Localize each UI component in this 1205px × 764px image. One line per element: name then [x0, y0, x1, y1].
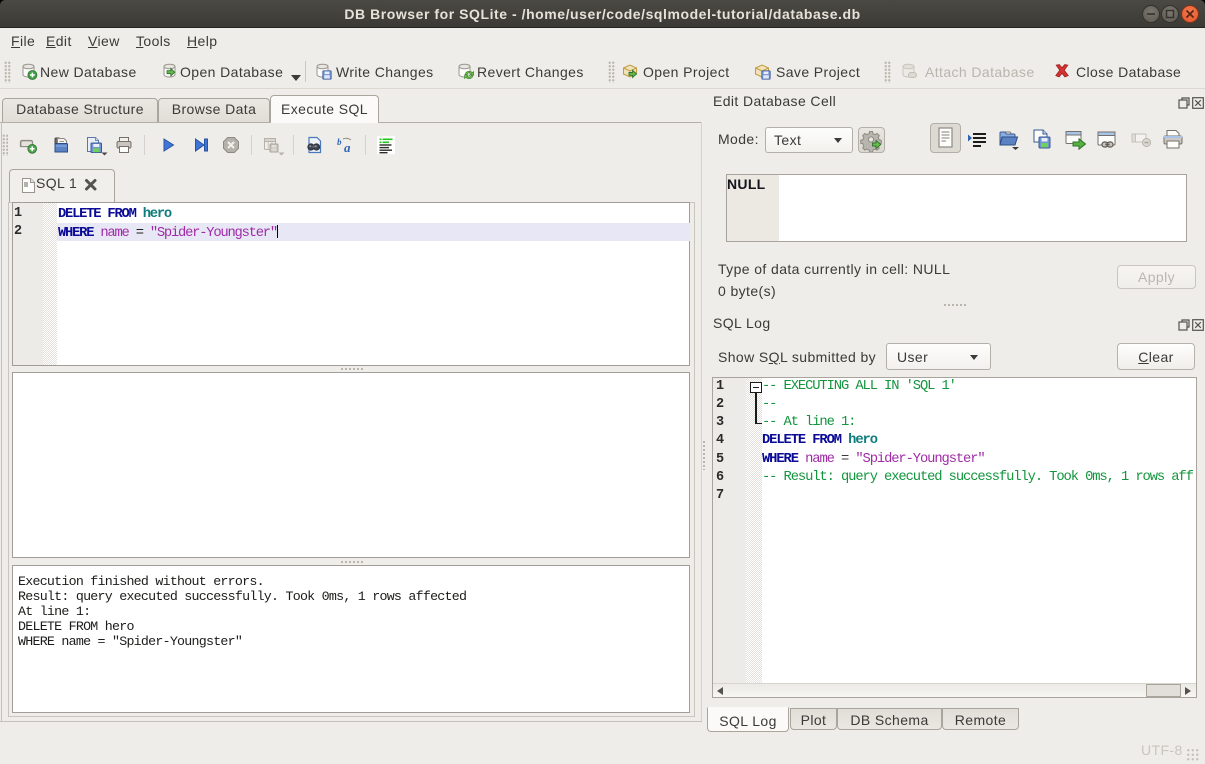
svg-text:a: a	[344, 140, 351, 154]
svg-text:b: b	[337, 137, 342, 147]
